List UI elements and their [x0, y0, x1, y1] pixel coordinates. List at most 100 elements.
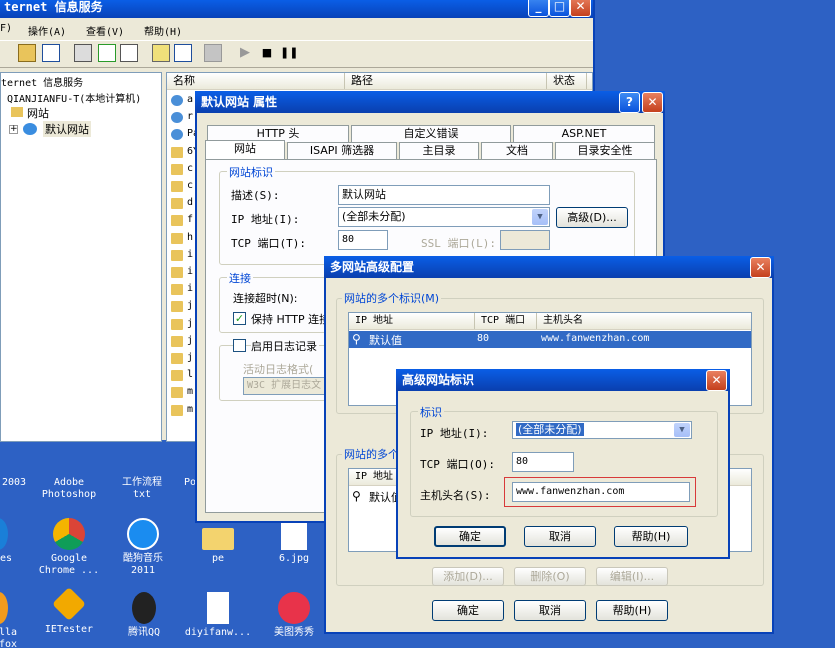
chevron-down-icon[interactable]: ▼ — [532, 209, 548, 225]
desktop-icon-ietester[interactable]: IETester — [38, 587, 100, 636]
desktop-icon-pe[interactable]: pe — [196, 518, 240, 565]
adv-help-button[interactable]: 帮助(H) — [614, 526, 688, 547]
advanced-button[interactable]: 高级(D)... — [556, 207, 628, 228]
tree-sites[interactable]: 网站 — [27, 105, 49, 121]
tab-custom-errors[interactable]: 自定义错误 — [351, 125, 511, 142]
ip-select-value: (全部未分配) — [342, 210, 406, 223]
desktop-icon-kugou[interactable]: 酷狗音乐 2011 — [110, 518, 176, 577]
multi-cancel-button[interactable]: 取消 — [514, 600, 586, 621]
col-path[interactable]: 路径 — [345, 73, 547, 89]
menu-file[interactable]: F) — [0, 23, 12, 34]
multi-help-button[interactable]: 帮助(H) — [596, 600, 668, 621]
col-status[interactable]: 状态 — [547, 73, 587, 89]
folder-icon — [171, 284, 183, 296]
properties-icon[interactable] — [74, 44, 92, 62]
list-item-label: a — [187, 94, 194, 105]
adv-cancel-button[interactable]: 取消 — [524, 526, 596, 547]
keepalive-checkbox[interactable]: ✓ — [233, 312, 246, 325]
multi-ok-button[interactable]: 确定 — [432, 600, 504, 621]
menu-help[interactable]: 帮助(H) — [144, 23, 182, 38]
multi-row-ip: 默认值 — [369, 334, 402, 347]
desktop-icon-workflow[interactable]: 工作流程 txt — [112, 477, 172, 501]
desktop-icon-qq[interactable]: 腾讯QQ — [114, 592, 174, 639]
props-title: 默认网站 属性 — [201, 95, 278, 109]
tab-documents[interactable]: 文档 — [481, 142, 553, 159]
tab-isapi[interactable]: ISAPI 筛选器 — [287, 142, 397, 159]
menu-action[interactable]: 操作(A) — [28, 23, 66, 38]
logformat-select[interactable]: W3C 扩展日志文 — [243, 377, 333, 395]
tree-default-site[interactable]: 默认网站 — [43, 121, 91, 137]
adv-id-group-label: 标识 — [418, 404, 444, 420]
desktop-icon-photoshop[interactable]: Adobe Photoshop — [36, 477, 102, 501]
document-icon — [207, 592, 229, 624]
show-tree-icon[interactable] — [42, 44, 60, 62]
tcp-input[interactable]: 80 — [338, 230, 388, 250]
tree-computer[interactable]: QIANJIANFU-T(本地计算机) — [7, 90, 141, 105]
desktop-icon-6jpg[interactable]: 6.jpg — [270, 518, 318, 565]
ip-select[interactable]: (全部未分配) ▼ — [338, 207, 550, 227]
adv-tcp-input[interactable]: 80 — [512, 452, 574, 472]
logging-checkbox[interactable] — [233, 339, 246, 352]
tree-root[interactable]: ternet 信息服务 — [1, 74, 83, 89]
ssl-input[interactable] — [500, 230, 550, 250]
multi-ssl-group-label: 网站的多个 — [342, 446, 401, 462]
col-ip[interactable]: IP 地址 — [349, 313, 475, 329]
folder-icon — [171, 267, 183, 278]
maximize-button[interactable]: □ — [549, 0, 570, 17]
expand-icon[interactable]: + — [9, 125, 18, 134]
stop-icon[interactable]: ■ — [258, 44, 276, 62]
adv-ip-label: IP 地址(I): — [420, 427, 489, 440]
folder-icon — [171, 387, 183, 399]
props-close-button[interactable]: ✕ — [642, 92, 663, 113]
minimize-button[interactable]: _ — [528, 0, 549, 17]
desktop-icon-es[interactable]: es — [0, 518, 18, 565]
computer-icon[interactable] — [204, 44, 222, 62]
refresh-icon[interactable] — [98, 44, 116, 62]
col-name[interactable]: 名称 — [167, 73, 345, 89]
play-icon[interactable]: ▶ — [236, 44, 254, 62]
desktop-icon-diyifanw[interactable]: diyifanw... — [182, 592, 254, 639]
adv-host-input[interactable]: www.fanwenzhan.com — [512, 482, 690, 502]
sites-folder-icon — [11, 107, 23, 117]
multi-close-button[interactable]: ✕ — [750, 257, 771, 278]
desktop-icon-2003[interactable]: 2003 — [0, 477, 28, 489]
col-host[interactable]: 主机头名 — [537, 313, 751, 329]
close-button[interactable]: ✕ — [570, 0, 591, 17]
props-help-button[interactable]: ? — [619, 92, 640, 113]
adv-tcp-label: TCP 端口(O): — [420, 458, 495, 471]
multi-row[interactable]: ⚲ 默认值 80 www.fanwenzhan.com — [349, 331, 751, 348]
host-icon: ⚲ — [352, 332, 361, 346]
list-item-label: h — [187, 231, 194, 243]
edit-button[interactable]: 编辑(I)... — [596, 567, 668, 586]
list-item-label: j — [187, 334, 194, 346]
tab-home-dir[interactable]: 主目录 — [399, 142, 479, 159]
list-item-label: d — [187, 197, 194, 209]
list-item-label: i — [187, 283, 194, 295]
adv-title: 高级网站标识 — [402, 373, 475, 387]
list-item-label: m — [187, 403, 194, 415]
chevron-down-icon[interactable]: ▼ — [674, 423, 690, 437]
tab-aspnet[interactable]: ASP.NET — [513, 125, 655, 142]
col-port[interactable]: TCP 端口 — [475, 313, 537, 329]
console-icon[interactable] — [174, 44, 192, 62]
adv-ok-button[interactable]: 确定 — [434, 526, 506, 547]
folder-icon — [171, 232, 183, 244]
tab-website[interactable]: 网站 — [205, 140, 285, 159]
menu-view[interactable]: 查看(V) — [86, 23, 124, 38]
list-item-label: c — [187, 162, 194, 174]
desc-input[interactable]: 默认网站 — [338, 185, 550, 205]
pause-icon[interactable]: ❚❚ — [280, 44, 298, 62]
remove-button[interactable]: 删除(O) — [514, 567, 586, 586]
desktop-icon-meitu[interactable]: 美图秀秀 — [264, 592, 324, 639]
list-item-label: j — [187, 300, 194, 312]
adv-ip-select[interactable]: (全部未分配) ▼ — [512, 421, 692, 439]
desktop-icon-chrome[interactable]: Google Chrome ... — [34, 518, 104, 577]
up-folder-icon[interactable] — [18, 44, 36, 62]
add-button[interactable]: 添加(D)... — [432, 567, 504, 586]
export-icon[interactable] — [120, 44, 138, 62]
adv-close-button[interactable]: ✕ — [706, 370, 727, 391]
tab-dir-security[interactable]: 目录安全性 — [555, 142, 655, 159]
help-icon[interactable] — [152, 44, 170, 62]
logging-label: 启用日志记录 — [251, 338, 319, 354]
desktop-icon-firefox[interactable]: lla fox — [0, 592, 20, 648]
